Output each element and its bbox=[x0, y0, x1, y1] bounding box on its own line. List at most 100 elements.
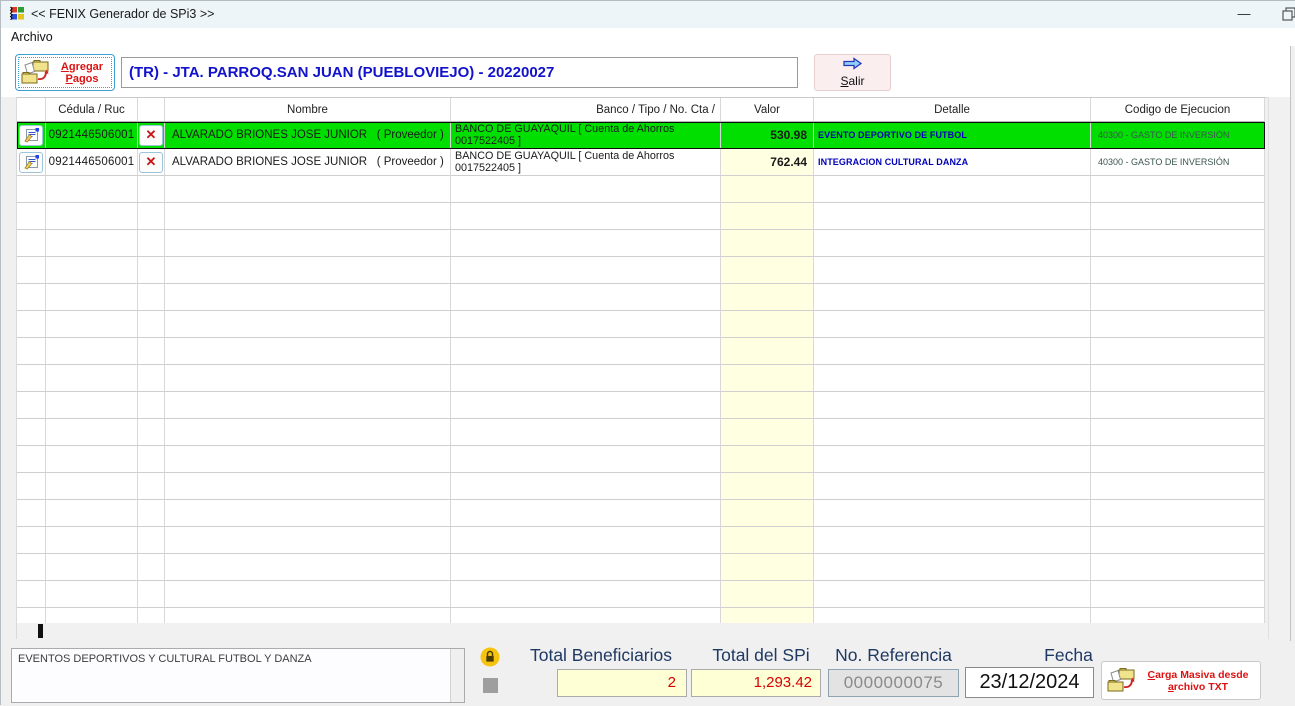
horizontal-scrollbar[interactable] bbox=[17, 623, 1268, 639]
table-row-empty bbox=[17, 365, 1265, 392]
status-square bbox=[483, 678, 498, 693]
table-row-empty bbox=[17, 527, 1265, 554]
nombre-cell bbox=[165, 203, 451, 230]
cedula-cell bbox=[46, 338, 138, 365]
table-row-empty bbox=[17, 500, 1265, 527]
cedula-cell bbox=[46, 473, 138, 500]
delete-cell bbox=[138, 446, 165, 473]
banco-cell bbox=[451, 230, 721, 257]
detalle-cell bbox=[814, 338, 1091, 365]
total-spi-field[interactable]: 1,293.42 bbox=[691, 669, 821, 697]
nombre-cell bbox=[165, 608, 451, 623]
maximize-icon[interactable] bbox=[1282, 6, 1295, 22]
edit-cell bbox=[17, 446, 46, 473]
detalle-cell bbox=[814, 257, 1091, 284]
minimize-icon[interactable]: — bbox=[1229, 3, 1259, 25]
table-row-empty bbox=[17, 473, 1265, 500]
delete-cell: ✕ bbox=[138, 122, 165, 149]
total-spi-label: Total del SPi bbox=[698, 645, 824, 666]
nombre-cell bbox=[165, 392, 451, 419]
cedula-cell bbox=[46, 284, 138, 311]
description-textarea[interactable]: EVENTOS DEPORTIVOS Y CULTURAL FUTBOL Y D… bbox=[11, 648, 465, 703]
codigo-cell bbox=[1091, 527, 1265, 554]
nombre-cell bbox=[165, 554, 451, 581]
edit-cell bbox=[17, 608, 46, 623]
detalle-cell bbox=[814, 365, 1091, 392]
table-row-empty bbox=[17, 257, 1265, 284]
window-title: << FENIX Generador de SPi3 >> bbox=[31, 7, 214, 21]
window-right-edge bbox=[1290, 46, 1295, 706]
spi-title-field[interactable]: (TR) - JTA. PARROQ.SAN JUAN (PUEBLOVIEJO… bbox=[121, 57, 798, 88]
cedula-cell: 0921446506001 bbox=[46, 149, 138, 176]
delete-cell bbox=[138, 284, 165, 311]
edit-cell bbox=[17, 203, 46, 230]
banco-cell bbox=[451, 608, 721, 623]
edit-cell bbox=[17, 527, 46, 554]
codigo-cell bbox=[1091, 365, 1265, 392]
agregar-pagos-button[interactable]: Agregar Pagos bbox=[15, 54, 115, 91]
delete-cell bbox=[138, 311, 165, 338]
nombre-cell bbox=[165, 581, 451, 608]
banco-cell bbox=[451, 365, 721, 392]
salir-label: Salir bbox=[840, 74, 864, 88]
edit-row-button[interactable] bbox=[19, 125, 43, 146]
valor-cell bbox=[721, 473, 814, 500]
banco-cell bbox=[451, 419, 721, 446]
delete-cell bbox=[138, 203, 165, 230]
nombre-cell bbox=[165, 365, 451, 392]
valor-cell bbox=[721, 257, 814, 284]
cedula-cell bbox=[46, 608, 138, 623]
textarea-scrollbar[interactable] bbox=[450, 649, 464, 702]
banco-cell bbox=[451, 581, 721, 608]
vertical-scrollbar[interactable] bbox=[1268, 97, 1290, 639]
delete-cell bbox=[138, 419, 165, 446]
record-selector-margin bbox=[1, 97, 17, 639]
fecha-field[interactable]: 23/12/2024 bbox=[965, 667, 1094, 698]
cedula-cell bbox=[46, 419, 138, 446]
codigo-cell bbox=[1091, 257, 1265, 284]
cedula-cell bbox=[46, 392, 138, 419]
table-row[interactable]: 0921446506001✕ALVARADO BRIONES JOSE JUNI… bbox=[17, 149, 1265, 176]
delete-cell bbox=[138, 230, 165, 257]
menu-archivo[interactable]: Archivo bbox=[11, 30, 53, 44]
delete-cell bbox=[138, 176, 165, 203]
edit-cell bbox=[17, 257, 46, 284]
codigo-cell bbox=[1091, 554, 1265, 581]
delete-row-button[interactable]: ✕ bbox=[139, 125, 163, 146]
footer-panel: EVENTOS DEPORTIVOS Y CULTURAL FUTBOL Y D… bbox=[1, 641, 1295, 706]
nombre-cell bbox=[165, 257, 451, 284]
table-row[interactable]: 0921446506001✕ALVARADO BRIONES JOSE JUNI… bbox=[17, 122, 1265, 149]
agregar-pagos-label: Agregar Pagos bbox=[54, 61, 110, 85]
nombre-cell bbox=[165, 284, 451, 311]
banco-cell bbox=[451, 338, 721, 365]
banco-cell bbox=[451, 311, 721, 338]
valor-cell bbox=[721, 581, 814, 608]
detalle-cell bbox=[814, 284, 1091, 311]
delete-cell bbox=[138, 257, 165, 284]
cedula-cell bbox=[46, 500, 138, 527]
salir-button[interactable]: Salir bbox=[814, 54, 891, 91]
delete-cell: ✕ bbox=[138, 149, 165, 176]
referencia-field[interactable]: 0000000075 bbox=[828, 669, 959, 697]
delete-row-button[interactable]: ✕ bbox=[139, 152, 163, 173]
delete-cell bbox=[138, 338, 165, 365]
edit-cell bbox=[17, 500, 46, 527]
table-row-empty bbox=[17, 419, 1265, 446]
delete-cell bbox=[138, 500, 165, 527]
cedula-cell bbox=[46, 257, 138, 284]
table-row-empty bbox=[17, 338, 1265, 365]
cedula-cell bbox=[46, 365, 138, 392]
edit-cell bbox=[17, 122, 46, 149]
table-header-row: Cédula / Ruc Nombre Banco / Tipo / No. C… bbox=[17, 97, 1265, 122]
edit-row-button[interactable] bbox=[19, 152, 43, 173]
carga-masiva-button[interactable]: Carga Masiva desde archivo TXT bbox=[1101, 661, 1261, 700]
edit-cell bbox=[17, 581, 46, 608]
table-row-empty bbox=[17, 284, 1265, 311]
codigo-cell bbox=[1091, 176, 1265, 203]
total-beneficiarios-field[interactable]: 2 bbox=[557, 669, 687, 697]
cedula-cell bbox=[46, 554, 138, 581]
horizontal-scrollbar-thumb[interactable] bbox=[38, 624, 43, 638]
codigo-cell bbox=[1091, 608, 1265, 623]
header-codigo: Codigo de Ejecucion bbox=[1091, 98, 1265, 122]
valor-cell: 762.44 bbox=[721, 149, 814, 176]
